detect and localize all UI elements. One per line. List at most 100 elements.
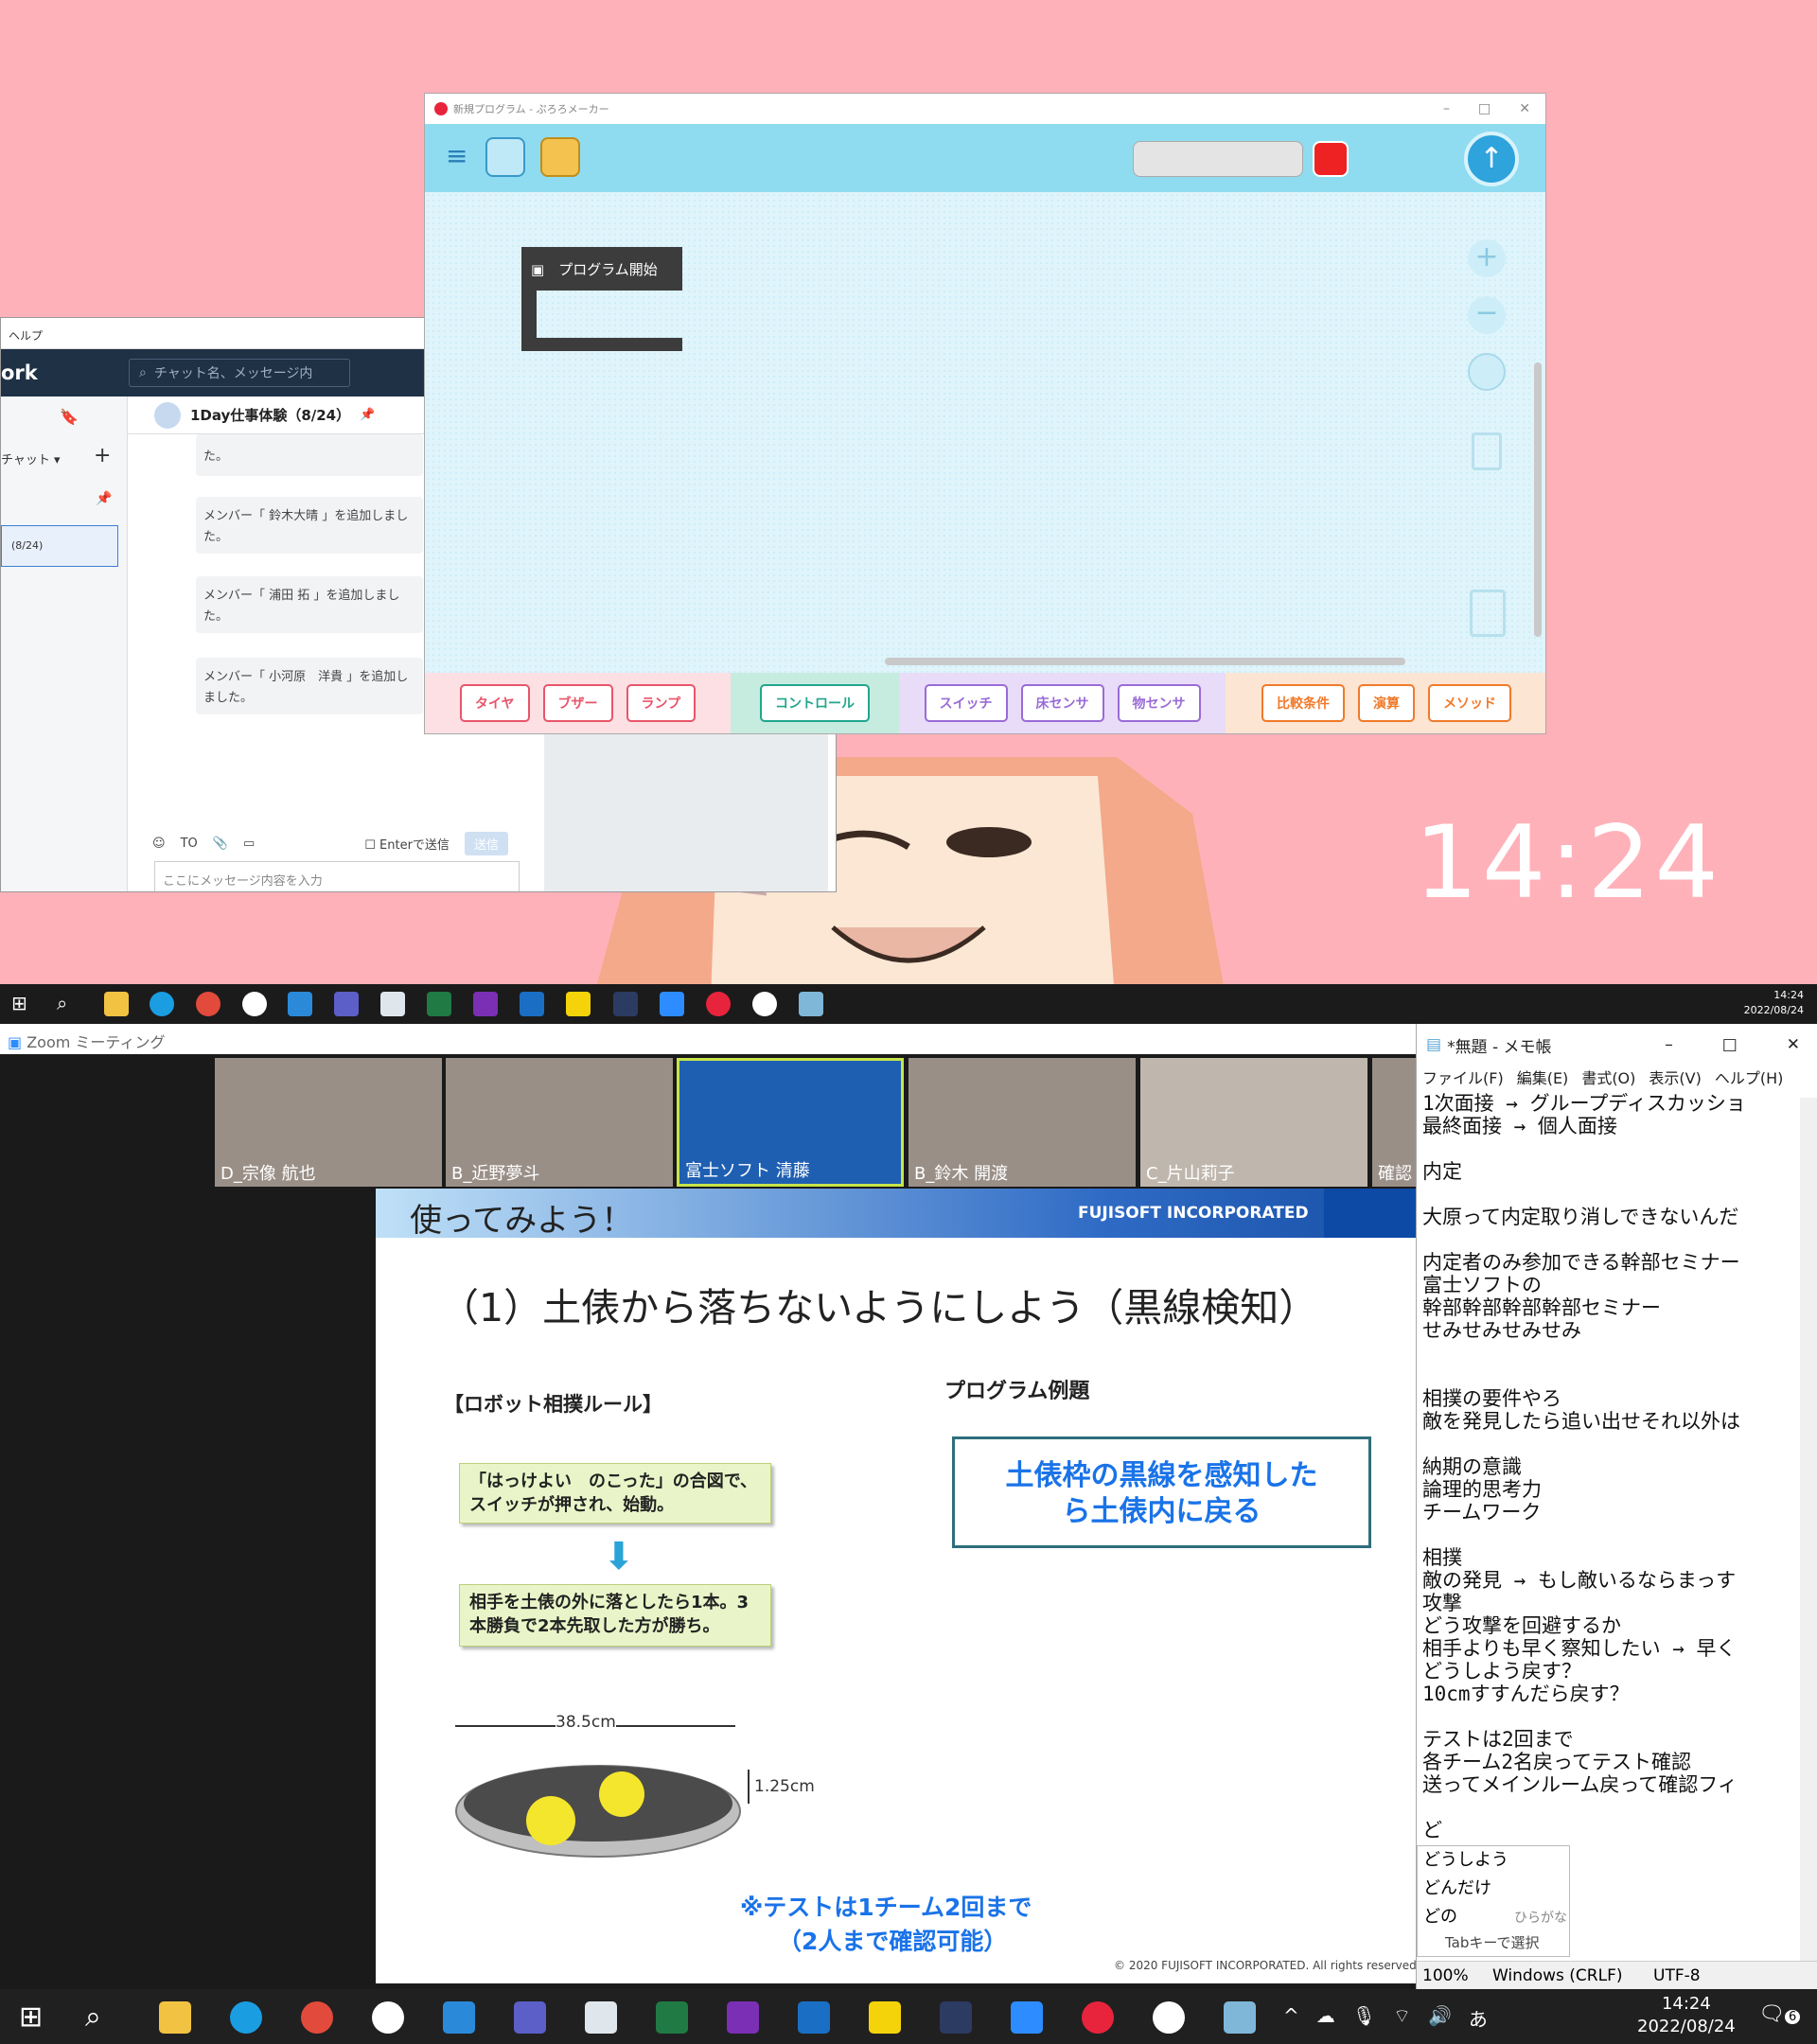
app-icon[interactable] — [1082, 2001, 1114, 2034]
chevron-up-icon[interactable]: ^ — [1283, 2004, 1299, 2032]
onenote-icon[interactable] — [473, 992, 498, 1016]
chat-search[interactable]: ⌕ チャット名、メッセージ内 — [129, 359, 350, 387]
taskbar-clock[interactable]: 14:24 2022/08/24 — [1637, 1993, 1736, 2038]
app-icon[interactable] — [380, 992, 405, 1016]
to-button[interactable]: TO — [181, 837, 198, 851]
trash-icon[interactable] — [1470, 590, 1506, 637]
fit-icon[interactable] — [1468, 353, 1506, 391]
search-input[interactable]: チャット名、メッセージ内 — [154, 363, 313, 382]
search-icon[interactable]: ⌕ — [85, 2001, 117, 2034]
maximize-button[interactable]: □ — [1722, 1035, 1738, 1054]
notepad-textarea[interactable]: 1次面接 → グループディスカッショ 最終面接 → 個人面接 内定 大原って内定… — [1422, 1092, 1791, 1925]
vscode-icon[interactable] — [443, 2001, 475, 2034]
wifi-icon[interactable]: ⌔ — [1393, 2004, 1411, 2032]
add-icon[interactable]: + — [94, 444, 111, 467]
close-button[interactable]: ✕ — [1787, 1035, 1800, 1054]
edit-icon[interactable] — [540, 137, 580, 177]
edge-icon[interactable] — [150, 992, 174, 1016]
menu-file[interactable]: ファイル(F) — [1422, 1066, 1504, 1087]
stop-button[interactable] — [1313, 141, 1349, 177]
teams-icon[interactable] — [514, 2001, 546, 2034]
ime-candidate[interactable]: どんだけ — [1423, 1875, 1569, 1903]
ime-candidate[interactable]: どの ひらがな — [1423, 1903, 1569, 1932]
notification-button[interactable]: 🗨 6 — [1758, 2002, 1801, 2026]
zoom-in-icon[interactable]: + — [1468, 239, 1506, 277]
explorer-icon[interactable] — [104, 992, 129, 1016]
zoom-out-icon[interactable]: − — [1468, 296, 1506, 334]
menu-help[interactable]: ヘルプ — [9, 329, 43, 343]
app-icon[interactable] — [1224, 2001, 1256, 2034]
excel-icon[interactable] — [427, 992, 451, 1016]
canvas-vscrollbar[interactable] — [1534, 362, 1542, 637]
category-compare-button[interactable]: 比較条件 — [1261, 684, 1345, 722]
pin-icon[interactable]: 📌 — [360, 408, 375, 422]
device-field[interactable] — [1133, 141, 1303, 177]
category-object-sensor-button[interactable]: 物センサ — [1117, 684, 1201, 722]
sidebar-item-chat[interactable]: チャット ▾ — [1, 449, 61, 467]
copy-icon[interactable] — [1472, 432, 1502, 470]
notepad-vscrollbar[interactable] — [1800, 1098, 1817, 1987]
maximize-button[interactable]: □ — [1478, 101, 1491, 116]
category-switch-button[interactable]: スイッチ — [924, 684, 1008, 722]
participant-video-active[interactable]: 富士ソフト 清藤 — [677, 1058, 904, 1187]
close-button[interactable]: ✕ — [1519, 101, 1530, 116]
cloud-icon[interactable]: ☁ — [1316, 2004, 1335, 2032]
app-icon[interactable] — [940, 2001, 972, 2034]
app-icon[interactable] — [1153, 2001, 1185, 2034]
category-tire-button[interactable]: タイヤ — [459, 684, 530, 722]
minimize-button[interactable]: – — [1665, 1035, 1673, 1054]
participant-video[interactable]: B_鈴木 開渡 — [908, 1058, 1136, 1187]
taskbar-upper-clock[interactable]: 14:24 2022/08/24 — [1744, 988, 1804, 1018]
start-block[interactable]: ▣ プログラム開始 — [521, 247, 682, 351]
category-buzzer-button[interactable]: ブザー — [542, 684, 613, 722]
video-icon[interactable]: ▭ — [243, 837, 255, 851]
bookmark-icon[interactable]: 🔖 — [60, 408, 79, 426]
app-icon[interactable] — [799, 992, 823, 1016]
sidebar-room-selected[interactable]: (8/24) — [1, 525, 118, 567]
send-button[interactable]: 送信 — [464, 831, 508, 855]
upload-button[interactable]: ↑ — [1464, 132, 1519, 186]
emoji-icon[interactable]: ☺ — [152, 837, 166, 851]
category-control-button[interactable]: コントロール — [760, 684, 870, 722]
sticky-notes-icon[interactable] — [869, 2001, 901, 2034]
start-icon[interactable]: ⊞ — [11, 992, 36, 1016]
menu-view[interactable]: 表示(V) — [1649, 1066, 1701, 1087]
chrome-icon[interactable] — [196, 992, 221, 1016]
program-canvas[interactable]: ▣ プログラム開始 + − — [425, 192, 1545, 675]
ime-candidate[interactable]: どうしよう — [1423, 1846, 1569, 1875]
app-icon[interactable] — [613, 992, 638, 1016]
chrome-icon[interactable] — [301, 2001, 333, 2034]
app-icon[interactable] — [585, 2001, 617, 2034]
outlook-icon[interactable] — [520, 992, 544, 1016]
menu-icon[interactable]: ≡ — [446, 143, 472, 169]
app-icon[interactable] — [706, 992, 731, 1016]
participant-video[interactable]: C_片山莉子 — [1140, 1058, 1367, 1187]
program-window[interactable]: 新規プログラム - ぷろろメーカー – □ ✕ ≡ ↑ ▣ プログラム開始 + … — [424, 93, 1546, 734]
zoom-icon[interactable] — [1011, 2001, 1043, 2034]
app-icon[interactable] — [752, 992, 777, 1016]
category-calc-button[interactable]: 演算 — [1358, 684, 1415, 722]
participant-video[interactable]: 確認 — [1372, 1058, 1416, 1187]
volume-icon[interactable]: 🔊 — [1428, 2004, 1452, 2032]
sticky-notes-icon[interactable] — [566, 992, 591, 1016]
attach-icon[interactable]: 📎 — [213, 837, 228, 851]
vscode-icon[interactable] — [288, 992, 312, 1016]
outlook-icon[interactable] — [798, 2001, 830, 2034]
category-floor-sensor-button[interactable]: 床センサ — [1020, 684, 1104, 722]
teams-icon[interactable] — [334, 992, 359, 1016]
ime-indicator[interactable]: あ — [1469, 2004, 1488, 2032]
category-method-button[interactable]: メソッド — [1428, 684, 1511, 722]
onenote-icon[interactable] — [727, 2001, 759, 2034]
mic-icon[interactable]: 🎙 — [1352, 2004, 1376, 2032]
minimize-button[interactable]: – — [1443, 101, 1450, 116]
menu-format[interactable]: 書式(O) — [1581, 1066, 1635, 1087]
explorer-icon[interactable] — [159, 2001, 191, 2034]
menu-help[interactable]: ヘルプ(H) — [1715, 1066, 1784, 1087]
app-icon[interactable] — [242, 992, 267, 1016]
menu-edit[interactable]: 編集(E) — [1517, 1066, 1569, 1087]
app-icon[interactable] — [372, 2001, 404, 2034]
canvas-scrollbar[interactable] — [885, 658, 1405, 665]
message-input[interactable]: ここにメッセージ内容を入力 — [154, 861, 520, 891]
participant-video[interactable]: B_近野夢斗 — [446, 1058, 673, 1187]
pin-icon[interactable]: 📌 — [96, 491, 112, 506]
